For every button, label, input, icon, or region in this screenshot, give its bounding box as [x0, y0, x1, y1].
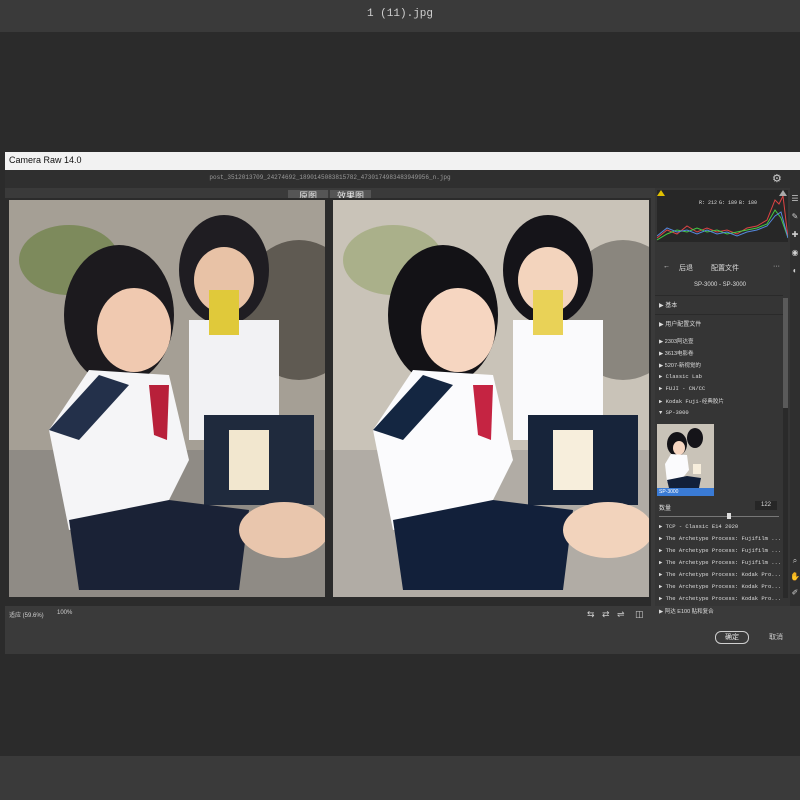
- edit-icon[interactable]: ☰: [790, 194, 800, 203]
- tool-rail: ☰ ✎ ✚ ◉ ◐ ⌕ ✋ ✐: [790, 188, 800, 606]
- histogram-r: R: 212: [699, 200, 718, 206]
- eyedropper-icon[interactable]: ✐: [790, 588, 800, 597]
- group-item[interactable]: ▶ The Archetype Process: Fujifilm ...: [659, 559, 781, 566]
- zoom-value[interactable]: 100%: [57, 610, 72, 616]
- zoom-icon[interactable]: ⌕: [790, 556, 800, 566]
- brush-icon[interactable]: ✎: [790, 212, 800, 221]
- group-item[interactable]: ▶ TCP - Classic E14 2020: [659, 523, 738, 530]
- group-item[interactable]: ▶ Classic Lab: [659, 373, 702, 380]
- profile-nav-row: ← 后退 配置文件 ···: [655, 260, 790, 274]
- before-after-toggle-icon[interactable]: ⇆: [587, 609, 595, 620]
- app-top-bar: 1 (11).jpg: [0, 0, 800, 32]
- back-arrow-icon[interactable]: ←: [663, 263, 670, 270]
- presets-icon[interactable]: ◐: [790, 266, 800, 275]
- dialog-title: Camera Raw 14.0: [9, 155, 82, 165]
- amount-label: 数量: [659, 506, 672, 512]
- group-item-expanded[interactable]: ▼ SP-3000: [659, 409, 689, 416]
- heal-icon[interactable]: ✚: [790, 230, 800, 239]
- profile-header: 配置文件: [711, 265, 739, 272]
- group-item[interactable]: ▶ 阿达 E100 贴和复合: [659, 607, 714, 615]
- dialog-footer: 确定 取消: [5, 622, 800, 654]
- swap-icon[interactable]: ⇄: [602, 609, 610, 620]
- original-photo: [9, 200, 325, 597]
- histogram-b: B: 180: [739, 200, 758, 206]
- section-user-profile[interactable]: ▶ 用户配置文件: [655, 314, 783, 329]
- amount-slider-track[interactable]: [659, 516, 779, 517]
- group-item[interactable]: ▶ The Archetype Process: Kodak Pro...: [659, 583, 781, 590]
- ok-button[interactable]: 确定: [715, 631, 749, 644]
- group-item[interactable]: ▶ The Archetype Process: Kodak Pro...: [659, 595, 781, 602]
- panel-scrollbar-thumb[interactable]: [783, 298, 788, 408]
- section-user-label: 用户配置文件: [665, 322, 702, 328]
- view-bar: 适应 (59.6%) 100% ⇆ ⇄ ⇌ ◫: [5, 606, 651, 622]
- amount-value-field[interactable]: 122: [755, 501, 777, 510]
- back-button[interactable]: 后退: [679, 263, 693, 273]
- group-item[interactable]: ▶ The Archetype Process: Fujifilm ...: [659, 547, 781, 554]
- app-bottom-bar: [0, 756, 800, 800]
- group-item[interactable]: ▶ The Archetype Process: Kodak Pro...: [659, 571, 781, 578]
- section-basic[interactable]: ▶ 基本: [655, 295, 783, 310]
- section-basic-label: 基本: [665, 303, 678, 309]
- raw-filename: post_3512013709_24274692_189014508381578…: [209, 174, 451, 181]
- result-photo: [333, 200, 649, 597]
- selected-profile-label: SP-3000: [657, 488, 714, 496]
- group-item[interactable]: ▶ 5207-新视觉的: [659, 361, 701, 369]
- compare-view-icon[interactable]: ◫: [635, 609, 644, 620]
- hand-icon[interactable]: ✋: [790, 572, 800, 581]
- group-item[interactable]: ▶ FUJI - CN/CC: [659, 385, 705, 392]
- group-item[interactable]: ▶ 3613电影卷: [659, 349, 694, 357]
- amount-slider-knob[interactable]: [727, 513, 731, 519]
- group-item[interactable]: ▶ Kodak Fuji-经典胶片: [659, 397, 724, 405]
- profile-thumbnail[interactable]: [657, 424, 714, 496]
- redeye-icon[interactable]: ◉: [790, 248, 800, 257]
- zoom-select[interactable]: 适应 (59.6%): [9, 610, 44, 619]
- image-canvas: [5, 198, 651, 606]
- group-item[interactable]: ▶ The Archetype Process: Fujifilm ...: [659, 535, 781, 542]
- window-file-title: 1 (11).jpg: [366, 8, 433, 20]
- dialog-header: post_3512013709_24274692_189014508381578…: [5, 170, 800, 188]
- camera-raw-dialog: Camera Raw 14.0 post_3512013709_24274692…: [5, 152, 800, 654]
- dialog-titlebar[interactable]: Camera Raw 14.0: [5, 152, 800, 170]
- cancel-button[interactable]: 取消: [769, 632, 783, 642]
- group-item[interactable]: ▶ 2303阿达壹: [659, 337, 694, 345]
- histogram-g: G: 189: [719, 200, 738, 206]
- right-panel: R: 212 G: 189 B: 180 ← 后退 配置文件 ··· SP-30…: [655, 188, 790, 615]
- gear-icon[interactable]: ⚙: [772, 172, 782, 185]
- profile-name: SP-3000 - SP-3000: [693, 282, 747, 288]
- histogram: R: 212 G: 189 B: 180: [657, 190, 788, 242]
- copy-settings-icon[interactable]: ⇌: [617, 609, 625, 620]
- more-icon[interactable]: ···: [773, 263, 780, 270]
